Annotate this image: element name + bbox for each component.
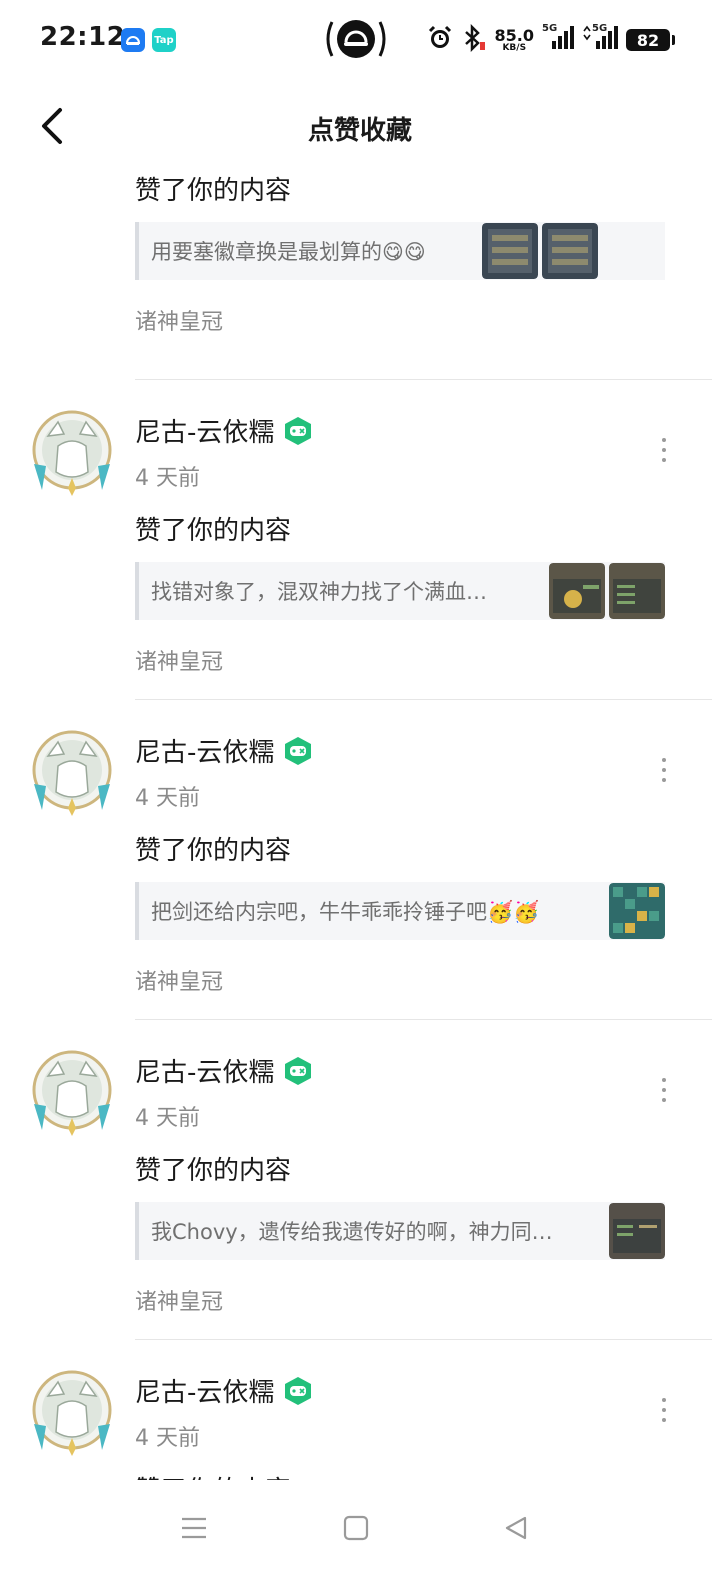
timestamp: 4 天前 [135, 466, 200, 491]
action-text: 赞了你的内容 [135, 516, 292, 546]
more-vertical-icon[interactable] [650, 1070, 678, 1110]
cloud-app-icon [121, 28, 145, 52]
gamepad-badge-icon [285, 416, 312, 445]
timestamp: 4 天前 [135, 1426, 200, 1451]
source-link[interactable]: 诸神皇冠 [135, 304, 223, 336]
more-vertical-icon[interactable] [650, 1390, 678, 1430]
triangle-back-icon[interactable] [496, 1508, 536, 1548]
battery-indicator: 82 [626, 29, 675, 51]
network-speed: 85.0 KB/S [494, 25, 534, 53]
quote-text: 找错对象了，混双神力找了个满血… [151, 580, 487, 604]
list-item[interactable]: 尼古-云依糯 4 天前 赞了你的内容 把剑还给内宗吧，牛牛乖乖拎锤子吧🥳🥳 诸神… [0, 700, 720, 1020]
gamepad-badge-icon [285, 1056, 312, 1085]
quoted-post[interactable]: 找错对象了，混双神力找了个满血… [135, 562, 665, 620]
square-home-icon[interactable] [336, 1508, 376, 1548]
quote-text: 用要塞徽章换是最划算的😋😋 [151, 240, 426, 264]
more-vertical-icon[interactable] [650, 430, 678, 470]
post-thumbnail[interactable] [609, 883, 665, 939]
quoted-post[interactable]: 我Chovy，遗传给我遗传好的啊，神力同… [135, 1202, 665, 1260]
user-row[interactable]: 尼古-云依糯 [135, 1052, 314, 1089]
page-title: 点赞收藏 [307, 116, 412, 146]
avatar[interactable] [28, 406, 116, 498]
post-thumbnail[interactable] [482, 223, 538, 279]
username[interactable]: 尼古-云依糯 [135, 732, 274, 769]
list-item[interactable]: 尼古-云依糯 4 天前 赞了你的内容 我Chovy，遗传给我遗传好的啊，神力同…… [0, 1020, 720, 1340]
avatar[interactable] [28, 1046, 116, 1138]
post-thumbnail[interactable] [549, 563, 605, 619]
user-row[interactable]: 尼古-云依糯 [135, 732, 314, 769]
action-text: 赞了你的内容 [135, 1156, 292, 1186]
navigation-bar [0, 1480, 720, 1584]
timestamp: 4 天前 [135, 786, 200, 811]
quoted-post[interactable]: 用要塞徽章换是最划算的😋😋 [135, 222, 665, 280]
alarm-icon [427, 25, 453, 55]
user-row[interactable]: 尼古-云依糯 [135, 1372, 314, 1409]
post-thumbnail[interactable] [542, 223, 598, 279]
list-item[interactable]: 尼古-云依糯 4 天前 赞了你的内容 找错对象了，混双神力找了个满血… 诸神皇冠 [0, 380, 720, 700]
username[interactable]: 尼古-云依糯 [135, 1372, 274, 1409]
avatar[interactable] [28, 1366, 116, 1458]
post-thumbnail[interactable] [609, 563, 665, 619]
signal-icon-2: 5G [582, 23, 618, 55]
source-link[interactable]: 诸神皇冠 [135, 964, 223, 996]
quote-text: 把剑还给内宗吧，牛牛乖乖拎锤子吧🥳🥳 [151, 900, 540, 924]
taptap-app-icon: Tap [152, 28, 176, 52]
gamepad-badge-icon [285, 1376, 312, 1405]
status-bar: 22:12 Tap 85.0 KB/S 5G 5G 82 [0, 0, 720, 80]
username[interactable]: 尼古-云依糯 [135, 412, 274, 449]
hotspot-icon [322, 18, 390, 60]
list-item[interactable]: 尼古-云依糯 4 天前 赞了你的内容 [0, 1340, 720, 1480]
user-row[interactable]: 尼古-云依糯 [135, 412, 314, 449]
post-thumbnail[interactable] [609, 1203, 665, 1259]
gamepad-badge-icon [285, 736, 312, 765]
action-text: 赞了你的内容 [135, 836, 292, 866]
system-icons: 85.0 KB/S 5G 5G 82 [427, 22, 675, 58]
signal-icon: 5G [542, 23, 574, 55]
source-link[interactable]: 诸神皇冠 [135, 644, 223, 676]
bluetooth-icon [461, 23, 487, 56]
more-vertical-icon[interactable] [650, 750, 678, 790]
header: 点赞收藏 [0, 80, 720, 176]
source-link[interactable]: 诸神皇冠 [135, 1284, 223, 1316]
quoted-post[interactable]: 把剑还给内宗吧，牛牛乖乖拎锤子吧🥳🥳 [135, 882, 665, 940]
username[interactable]: 尼古-云依糯 [135, 1052, 274, 1089]
action-text: 赞了你的内容 [135, 176, 292, 206]
timestamp: 4 天前 [135, 1106, 200, 1131]
menu-icon[interactable] [174, 1508, 214, 1548]
avatar[interactable] [28, 726, 116, 818]
status-time: 22:12 [40, 22, 126, 52]
quote-text: 我Chovy，遗传给我遗传好的啊，神力同… [151, 1220, 553, 1244]
avatar[interactable] [28, 170, 116, 172]
action-text: 赞了你的内容 [135, 1470, 291, 1480]
notification-feed[interactable]: 赞了你的内容 用要塞徽章换是最划算的😋😋 诸神皇冠 尼古-云依糯 4 天前 赞了… [0, 170, 720, 1480]
